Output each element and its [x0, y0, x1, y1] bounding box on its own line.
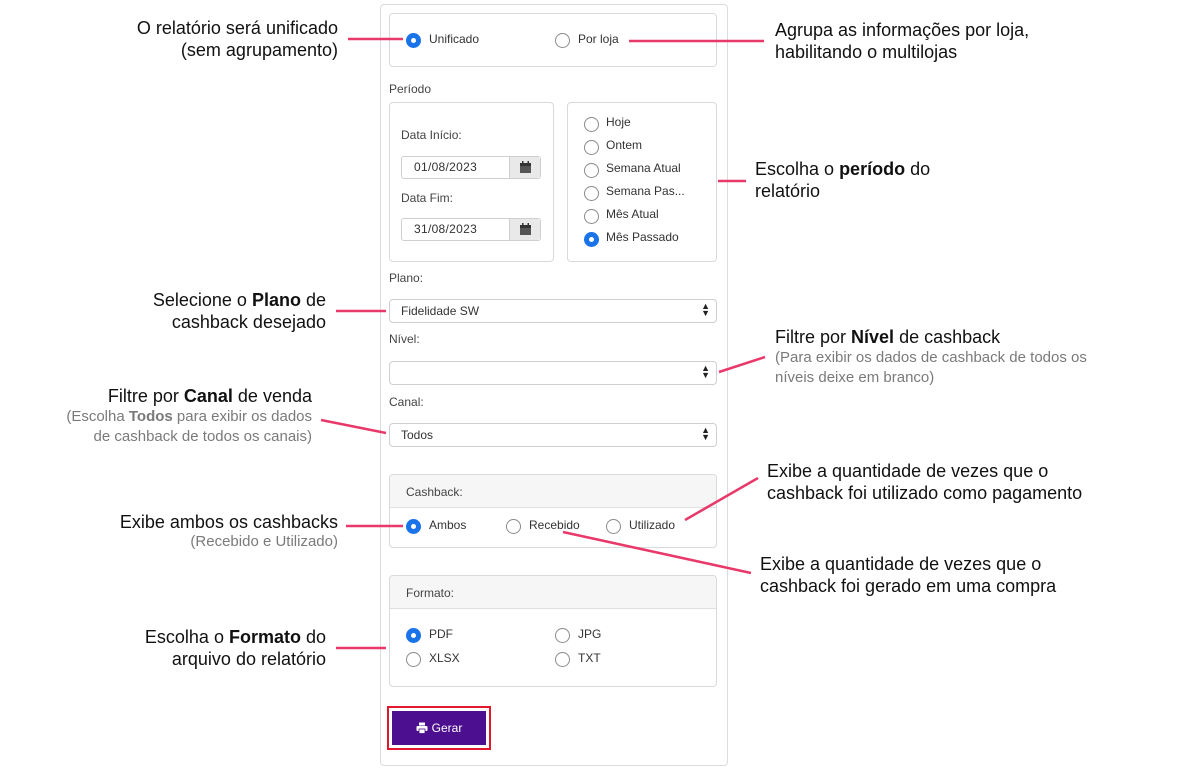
annotation-utilizado-line1: Exibe a quantidade de vezes que o — [767, 461, 1049, 481]
annotation-por-loja: Agrupa as informações por loja, habilita… — [775, 19, 1029, 63]
annotation-plano-line2: cashback desejado — [171, 312, 326, 332]
annotation-ambos-sub: (Recebido e Utilizado) — [190, 532, 338, 552]
line-nivel — [718, 355, 766, 374]
annotation-canal-line1: Filtre por Canal de venda — [107, 386, 312, 406]
annotation-plano: Selecione o Plano de cashback desejado — [153, 289, 326, 333]
line-utilizado — [684, 476, 759, 522]
annotation-nivel-sub-line2: níveis deixe em branco) — [775, 369, 935, 386]
annotation-formato-line1: Escolha o Formato do — [144, 627, 326, 647]
annotation-nivel-sub-line1: (Para exibir os dados de cashback de tod… — [775, 349, 1087, 366]
annotation-formato-line2: arquivo do relatório — [171, 649, 326, 669]
annotation-canal: Filtre por Canal de venda — [108, 385, 312, 407]
annotation-nivel: Filtre por Nível de cashback — [775, 326, 1000, 348]
annotation-utilizado: Exibe a quantidade de vezes que o cashba… — [767, 460, 1082, 504]
annotation-utilizado-line2: cashback foi utilizado como pagamento — [767, 483, 1083, 503]
annotation-por-loja-line1: Agrupa as informações por loja, — [775, 20, 1030, 40]
annotation-periodo: Escolha o período do relatório — [755, 158, 930, 202]
annotation-recebido-line2: cashback foi gerado em uma compra — [760, 576, 1057, 596]
annotation-periodo-line1: Escolha o período do — [755, 159, 931, 179]
annotation-formato: Escolha o Formato do arquivo do relatóri… — [145, 626, 326, 670]
annotation-nivel-sub: (Para exibir os dados de cashback de tod… — [775, 348, 1087, 388]
annotation-periodo-line2: relatório — [755, 181, 821, 201]
annotation-canal-sub-line1: (Escolha Todos para exibir os dados — [66, 408, 312, 425]
annotation-unificado-line1: O relatório será unificado — [136, 18, 338, 38]
annotation-plano-line1: Selecione o Plano de — [152, 290, 326, 310]
annotation-ambos-line2: (Recebido e Utilizado) — [190, 533, 338, 550]
annotation-canal-sub-line2: de cashback de todos os canais) — [93, 428, 312, 445]
line-recebido — [562, 530, 752, 575]
line-canal — [320, 418, 387, 435]
annotation-unificado-line2: (sem agrupamento) — [180, 40, 338, 60]
annotation-ambos: Exibe ambos os cashbacks — [120, 511, 338, 533]
annotation-recebido-line1: Exibe a quantidade de vezes que o — [760, 554, 1042, 574]
annotation-nivel-line1: Filtre por Nível de cashback — [775, 327, 1001, 347]
annotation-ambos-line1: Exibe ambos os cashbacks — [119, 512, 338, 532]
annotation-recebido: Exibe a quantidade de vezes que o cashba… — [760, 553, 1056, 597]
annotation-unificado: O relatório será unificado (sem agrupame… — [137, 17, 338, 61]
annotation-por-loja-line2: habilitando o multilojas — [775, 42, 958, 62]
annotation-canal-sub: (Escolha Todos para exibir os dados de c… — [66, 407, 312, 447]
